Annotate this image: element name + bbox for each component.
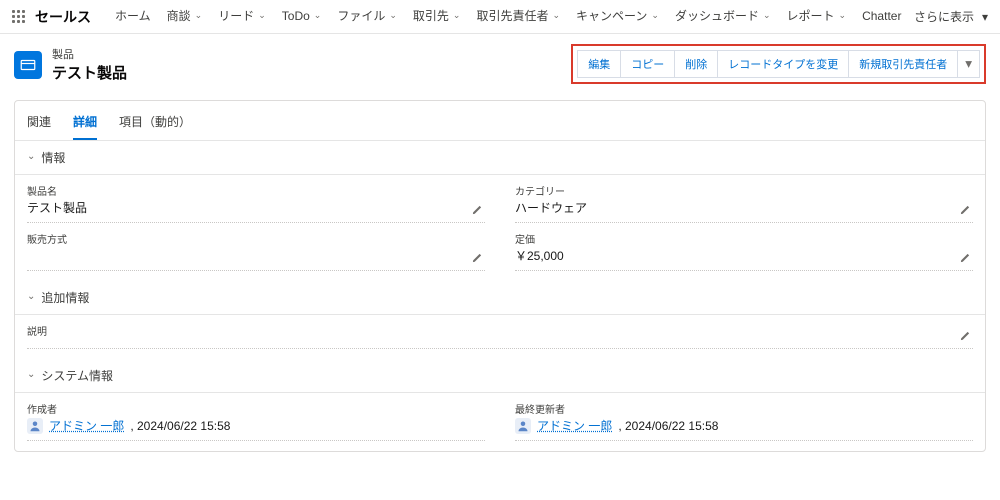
record-name: テスト製品 (52, 62, 127, 83)
nav-tab-label: キャンペーン (576, 7, 647, 24)
chevron-down-icon: ⌄ (258, 10, 266, 21)
chevron-down-icon: ⌄ (763, 10, 771, 21)
section-body: 説明 (15, 315, 985, 359)
nav-tab-label: Chatter (862, 9, 901, 23)
nav-tab-0[interactable]: ホーム (107, 0, 159, 33)
detail-tabs: 関連詳細項目（動的） (15, 101, 985, 141)
record-header: 製品 テスト製品 編集コピー削除レコードタイプを変更新規取引先責任者▾ (0, 34, 1000, 98)
nav-tab-5[interactable]: 取引先 ⌄ (405, 0, 469, 33)
field-value: ハードウェア (515, 199, 973, 216)
section-body: 作成者アドミン 一郎, 2024/06/22 15:58最終更新者アドミン 一郎… (15, 393, 985, 451)
action-button-3[interactable]: レコードタイプを変更 (718, 50, 849, 78)
nav-tab-4[interactable]: ファイル ⌄ (329, 0, 405, 33)
field: 販売方式 (27, 229, 485, 271)
field-label: 説明 (27, 323, 973, 338)
nav-tab-label: ホーム (115, 7, 151, 24)
edit-pencil-icon[interactable] (471, 204, 485, 218)
edit-pencil-icon[interactable] (959, 330, 973, 344)
detail-tab-2[interactable]: 項目（動的） (119, 109, 191, 140)
timestamp: , 2024/06/22 15:58 (130, 419, 230, 433)
section-title: 情報 (41, 149, 65, 166)
chevron-down-icon: ▾ (982, 10, 988, 24)
action-button-0[interactable]: 編集 (577, 50, 621, 78)
section-0: ⌄情報製品名テスト製品カテゴリーハードウェア販売方式定価￥25,000 (15, 141, 985, 281)
nav-tab-1[interactable]: 商談 ⌄ (159, 0, 211, 33)
field: カテゴリーハードウェア (515, 181, 973, 223)
nav-more-label: さらに表示 (914, 8, 974, 25)
nav-tab-label: ダッシュボード (675, 7, 759, 24)
avatar-icon (27, 418, 43, 434)
field-value: アドミン 一郎 , 2024/06/22 15:58 (515, 417, 973, 434)
nav-tab-9[interactable]: レポート ⌄ (779, 0, 855, 33)
product-icon (14, 51, 42, 79)
section-title: 追加情報 (41, 289, 89, 306)
user-link[interactable]: アドミン 一郎 (49, 417, 124, 434)
field: 定価￥25,000 (515, 229, 973, 271)
chevron-down-icon: ⌄ (839, 10, 847, 21)
chevron-down-icon: ⌄ (389, 10, 397, 21)
edit-pencil-icon[interactable] (959, 204, 973, 218)
section-title: システム情報 (41, 367, 113, 384)
nav-tab-8[interactable]: ダッシュボード ⌄ (667, 0, 779, 33)
nav-tab-10[interactable]: Chatter (854, 0, 902, 33)
field-label: 販売方式 (27, 231, 485, 246)
edit-pencil-icon[interactable] (471, 252, 485, 266)
section-header[interactable]: ⌄ システム情報 (15, 359, 985, 393)
chevron-down-icon: ⌄ (314, 10, 322, 21)
app-launcher-icon[interactable] (8, 6, 29, 27)
field-label: カテゴリー (515, 183, 973, 198)
chevron-down-icon: ⌄ (552, 10, 560, 21)
nav-tab-label: 取引先責任者 (476, 7, 548, 24)
chevron-down-icon: ⌄ (27, 369, 35, 380)
nav-tab-label: 取引先 (413, 7, 449, 24)
record-object-label: 製品 (52, 46, 127, 62)
section-body: 製品名テスト製品カテゴリーハードウェア販売方式定価￥25,000 (15, 175, 985, 281)
action-button-group: 編集コピー削除レコードタイプを変更新規取引先責任者▾ (571, 44, 986, 84)
field-value: テスト製品 (27, 199, 485, 216)
field-label: 作成者 (27, 401, 485, 416)
nav-tab-label: ToDo (282, 9, 310, 23)
section-header[interactable]: ⌄ 追加情報 (15, 281, 985, 315)
nav-tab-2[interactable]: リード ⌄ (210, 0, 274, 33)
nav-tab-label: リード (218, 7, 254, 24)
field-label: 定価 (515, 231, 973, 246)
nav-tab-label: レポート (787, 7, 835, 24)
chevron-down-icon: ⌄ (27, 151, 35, 162)
field-value: ￥25,000 (515, 247, 973, 264)
section-1: ⌄ 追加情報説明 (15, 281, 985, 359)
nav-tab-label: 商談 (167, 7, 191, 24)
field-label: 製品名 (27, 183, 485, 198)
detail-card: 関連詳細項目（動的） ⌄情報製品名テスト製品カテゴリーハードウェア販売方式定価￥… (14, 100, 986, 452)
field: 製品名テスト製品 (27, 181, 485, 223)
global-nav: セールス ホーム商談⌄リード⌄ToDo⌄ファイル⌄取引先⌄取引先責任者⌄キャンペ… (0, 0, 1000, 34)
nav-more[interactable]: さらに表示 ▾ (908, 8, 994, 25)
chevron-down-icon: ⌄ (453, 10, 461, 21)
action-button-4[interactable]: 新規取引先責任者 (849, 50, 958, 78)
app-name: セールス (35, 7, 91, 27)
section-header[interactable]: ⌄ 情報 (15, 141, 985, 175)
nav-tab-7[interactable]: キャンペーン ⌄ (568, 0, 667, 33)
action-button-2[interactable]: 削除 (675, 50, 718, 78)
chevron-down-icon: ⌄ (27, 291, 35, 302)
user-link[interactable]: アドミン 一郎 (537, 417, 612, 434)
action-more-button[interactable]: ▾ (958, 50, 980, 78)
chevron-down-icon: ⌄ (651, 10, 659, 21)
field: 説明 (27, 321, 973, 349)
avatar-icon (515, 418, 531, 434)
field-value: アドミン 一郎 , 2024/06/22 15:58 (27, 417, 485, 434)
edit-pencil-icon[interactable] (959, 252, 973, 266)
detail-tab-0[interactable]: 関連 (27, 109, 51, 140)
chevron-down-icon: ⌄ (195, 10, 203, 21)
section-2: ⌄システム情報作成者アドミン 一郎, 2024/06/22 15:58最終更新者… (15, 359, 985, 451)
field: 作成者アドミン 一郎 , 2024/06/22 15:58 (27, 399, 485, 441)
field-label: 最終更新者 (515, 401, 973, 416)
timestamp: , 2024/06/22 15:58 (618, 419, 718, 433)
nav-tab-6[interactable]: 取引先責任者 ⌄ (468, 0, 568, 33)
nav-tab-3[interactable]: ToDo ⌄ (274, 0, 330, 33)
nav-tab-label: ファイル (337, 7, 385, 24)
action-button-1[interactable]: コピー (621, 50, 675, 78)
field: 最終更新者アドミン 一郎 , 2024/06/22 15:58 (515, 399, 973, 441)
detail-tab-1[interactable]: 詳細 (73, 109, 97, 140)
